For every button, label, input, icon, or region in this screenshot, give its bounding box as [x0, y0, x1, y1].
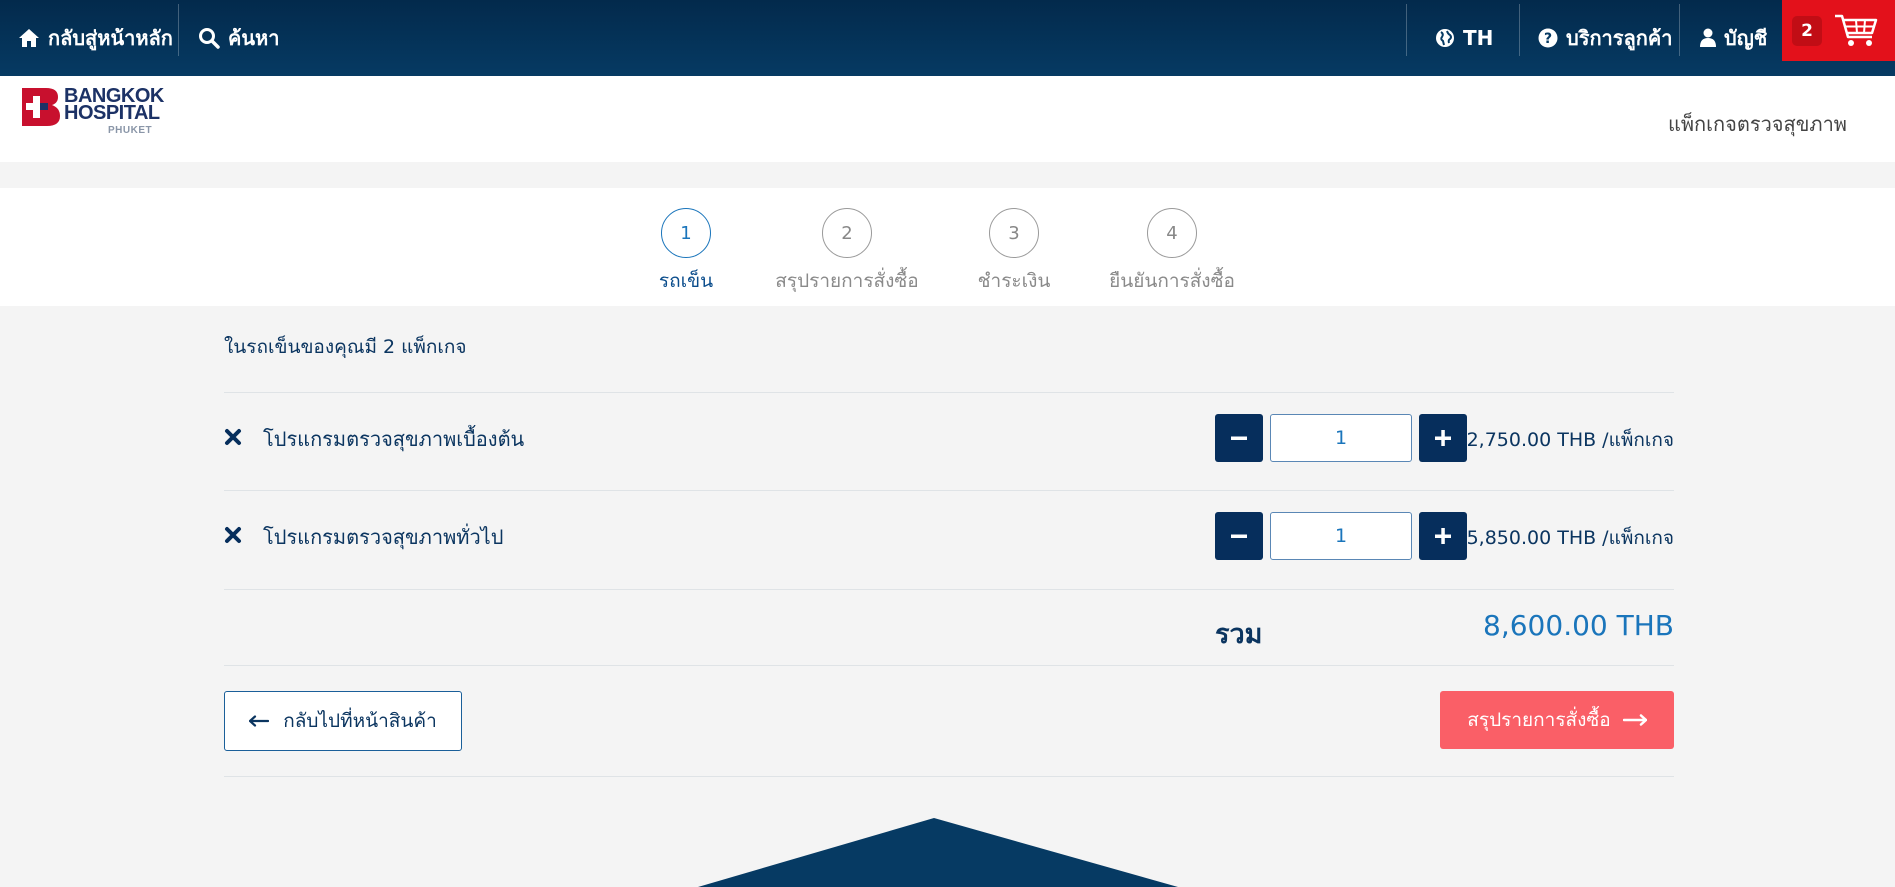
- search-link[interactable]: ค้นหา: [198, 0, 279, 76]
- step-number: 3: [989, 208, 1039, 258]
- cart-item-price: 2,750.00 THB /แพ็กเกจ: [1466, 429, 1674, 451]
- cart-item-row: โปรแกรมตรวจสุขภาพทั่วไป 5,850.00 THB /แพ…: [224, 490, 1674, 588]
- globe-icon: [1436, 29, 1454, 47]
- decrease-quantity-button[interactable]: [1215, 414, 1263, 462]
- step-number: 1: [661, 208, 711, 258]
- language-label: TH: [1463, 26, 1494, 50]
- cart-item-price: 5,850.00 THB /แพ็กเกจ: [1466, 527, 1674, 549]
- quantity-input[interactable]: [1270, 512, 1412, 560]
- increase-quantity-button[interactable]: [1419, 512, 1467, 560]
- account-link[interactable]: บัญชี: [1700, 0, 1767, 76]
- arrow-right-icon: [1622, 714, 1647, 726]
- decorative-triangle: [698, 818, 1178, 887]
- divider: [224, 589, 1674, 590]
- remove-item-icon[interactable]: [224, 428, 242, 446]
- svg-text:?: ?: [1544, 31, 1552, 47]
- logo-line-2: HOSPITAL: [64, 102, 160, 124]
- divider: [224, 665, 1674, 666]
- cart-item-name: โปรแกรมตรวจสุขภาพเบื้องต้น: [263, 427, 525, 451]
- decrease-quantity-button[interactable]: [1215, 512, 1263, 560]
- shopping-cart-icon: [1835, 14, 1878, 46]
- quantity-stepper: [1215, 414, 1467, 462]
- cart-count-badge: 2: [1792, 15, 1822, 46]
- search-icon: [199, 28, 220, 49]
- top-navigation-bar: กลับสู่หน้าหลัก ค้นหา TH ? บริการลูกค้า …: [0, 0, 1895, 76]
- order-summary-label: สรุปรายการสั่งซื้อ: [1467, 709, 1611, 731]
- cart-summary-text: ในรถเข็นของคุณมี 2 แพ็กเกจ: [224, 336, 467, 358]
- search-link-label: ค้นหา: [228, 26, 280, 50]
- health-package-nav-link[interactable]: แพ็กเกจตรวจสุขภาพ: [1668, 108, 1847, 140]
- question-circle-icon: ?: [1538, 28, 1558, 48]
- home-link-label: กลับสู่หน้าหลัก: [48, 26, 173, 50]
- back-to-products-label: กลับไปที่หน้าสินค้า: [283, 710, 437, 732]
- hospital-logo[interactable]: BANGKOK HOSPITAL PHUKET: [22, 86, 164, 139]
- customer-service-link[interactable]: ? บริการลูกค้า: [1538, 0, 1673, 76]
- home-link[interactable]: กลับสู่หน้าหลัก: [18, 0, 173, 76]
- step-number: 2: [822, 208, 872, 258]
- cart-item-row: โปรแกรมตรวจสุขภาพเบื้องต้น 2,750.00 THB …: [224, 392, 1674, 490]
- user-icon: [1700, 28, 1716, 47]
- increase-quantity-button[interactable]: [1419, 414, 1467, 462]
- hospital-logo-icon: [22, 88, 60, 126]
- minus-icon: [1231, 534, 1247, 538]
- cart-button[interactable]: 2: [1782, 0, 1895, 61]
- quantity-input[interactable]: [1270, 414, 1412, 462]
- plus-icon: [1435, 430, 1451, 446]
- divider: [224, 776, 1674, 777]
- order-summary-button[interactable]: สรุปรายการสั่งซื้อ: [1440, 691, 1674, 749]
- home-icon: [19, 29, 39, 47]
- back-to-products-button[interactable]: กลับไปที่หน้าสินค้า: [224, 691, 462, 751]
- cart-item-name: โปรแกรมตรวจสุขภาพทั่วไป: [263, 525, 504, 549]
- total-label: รวม: [1215, 619, 1263, 650]
- logo-line-3: PHUKET: [108, 125, 153, 136]
- account-label: บัญชี: [1724, 26, 1768, 50]
- minus-icon: [1231, 436, 1247, 440]
- step-label: ยืนยันการสั่งซื้อ: [1109, 270, 1235, 292]
- plus-icon: [1435, 528, 1451, 544]
- total-value: 8,600.00 THB: [1483, 609, 1674, 642]
- customer-service-label: บริการลูกค้า: [1566, 26, 1673, 50]
- site-header: BANGKOK HOSPITAL PHUKET แพ็กเกจตรวจสุขภา…: [0, 76, 1895, 162]
- checkout-steps: 1 รถเข็น 2 สรุปรายการสั่งซื้อ 3 ชำระเงิน…: [0, 188, 1895, 306]
- step-confirm-order[interactable]: 4 ยืนยันการสั่งซื้อ: [1072, 208, 1272, 296]
- quantity-stepper: [1215, 512, 1467, 560]
- remove-item-icon[interactable]: [224, 526, 242, 544]
- language-selector[interactable]: TH: [1435, 0, 1493, 76]
- arrow-left-icon: [249, 715, 270, 727]
- step-number: 4: [1147, 208, 1197, 258]
